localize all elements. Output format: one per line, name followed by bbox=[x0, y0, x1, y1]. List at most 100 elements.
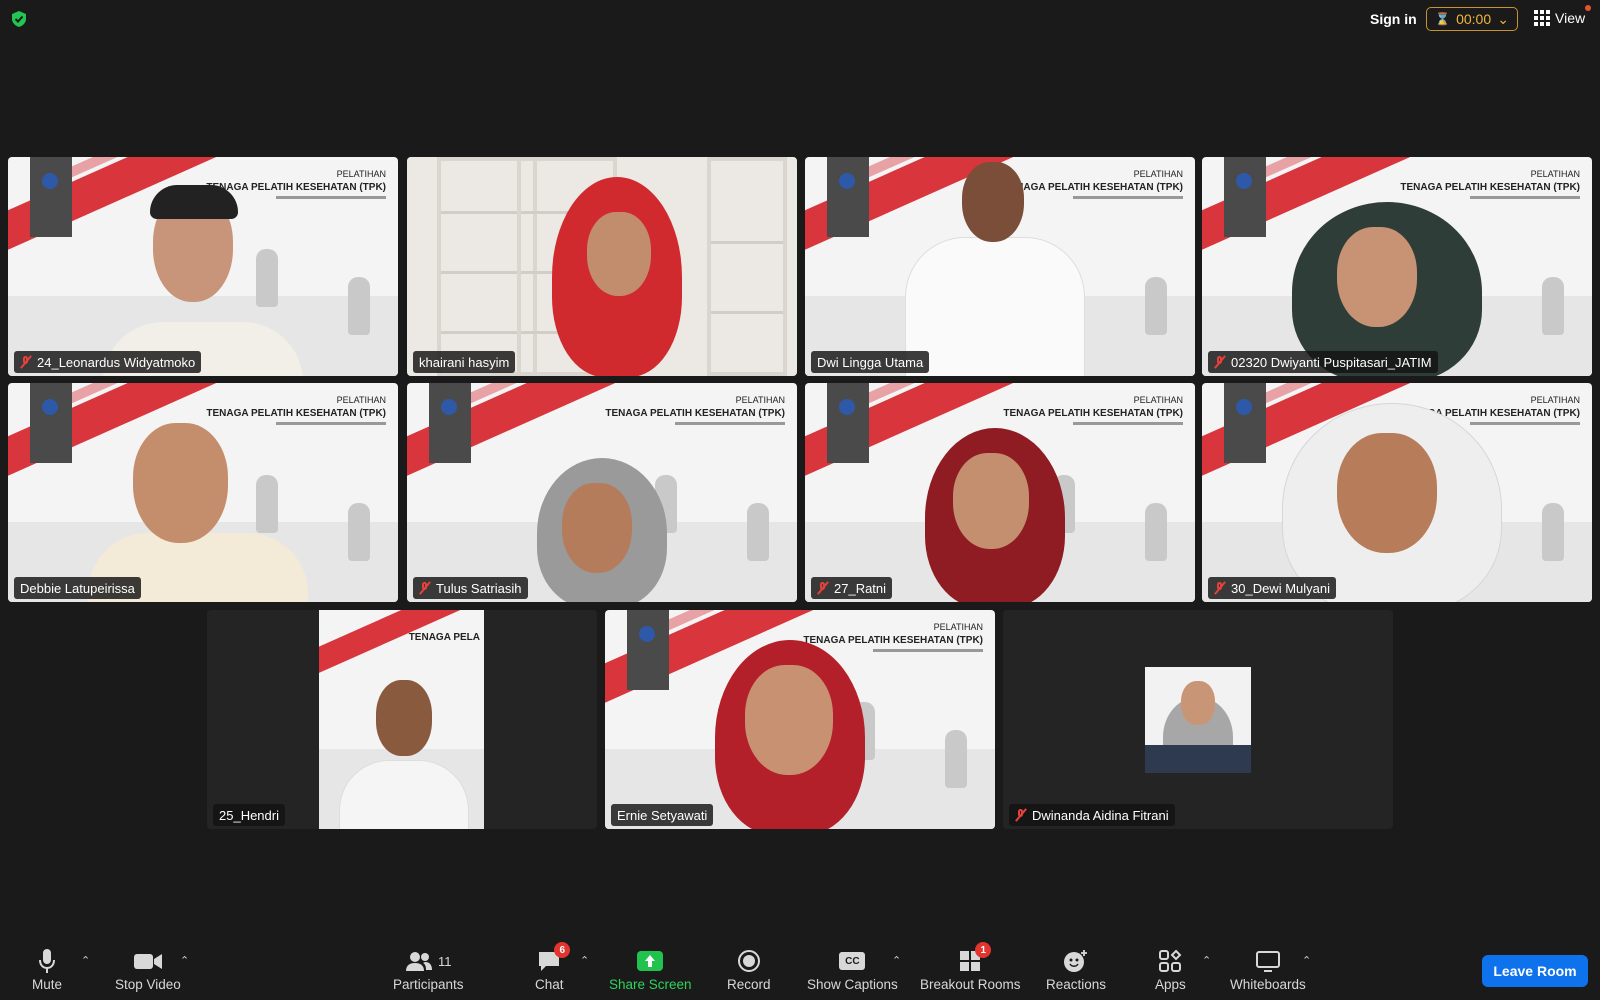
mute-options-caret-icon[interactable]: ⌃ bbox=[81, 954, 90, 967]
participants-count: 11 bbox=[438, 953, 452, 969]
whiteboard-icon bbox=[1255, 951, 1280, 972]
participant-name-label: Tulus Satriasih bbox=[413, 577, 528, 599]
participants-button[interactable]: 11 Participants bbox=[393, 948, 464, 992]
meeting-timer[interactable]: ⌛ 00:00 ⌄ bbox=[1426, 7, 1518, 31]
whiteboards-label: Whiteboards bbox=[1230, 977, 1306, 992]
breakout-rooms-badge: 1 bbox=[975, 942, 992, 958]
participant-name: Dwinanda Aidina Fitrani bbox=[1032, 807, 1169, 823]
slide-title: TENAGA PELATIH KESEHATAN (TPK) bbox=[605, 408, 785, 419]
video-tile[interactable]: PELATIHAN TENAGA PELATIH KESEHATAN (TPK)… bbox=[407, 383, 797, 602]
view-button[interactable]: View bbox=[1534, 5, 1592, 26]
share-screen-button[interactable]: Share Screen bbox=[609, 948, 692, 992]
slide-title-small: PELATIHAN bbox=[1530, 395, 1580, 405]
microphone-icon bbox=[39, 949, 55, 973]
closed-captions-icon: CC bbox=[839, 952, 866, 970]
whiteboards-options-caret-icon[interactable]: ⌃ bbox=[1302, 954, 1311, 967]
smiley-plus-icon bbox=[1064, 950, 1088, 972]
share-screen-label: Share Screen bbox=[609, 977, 692, 992]
participant-name: 02320 Dwiyanti Puspitasari_JATIM bbox=[1231, 354, 1432, 370]
chat-options-caret-icon[interactable]: ⌃ bbox=[580, 954, 589, 967]
slide-title-small: PELATIHAN bbox=[336, 169, 386, 179]
view-label: View bbox=[1555, 10, 1586, 26]
participant-video bbox=[1145, 667, 1251, 773]
participant-name-label: Ernie Setyawati bbox=[611, 804, 714, 826]
participant-name-label: Dwinanda Aidina Fitrani bbox=[1009, 804, 1175, 826]
stop-video-button[interactable]: Stop Video bbox=[115, 948, 181, 992]
muted-mic-icon bbox=[1015, 808, 1027, 822]
slide-title-small: PELATIHAN bbox=[1133, 169, 1183, 179]
meeting-toolbar: Mute ⌃ Stop Video ⌃ 11 Participants 6 Ch… bbox=[0, 940, 1600, 1000]
apps-label: Apps bbox=[1155, 977, 1186, 992]
participants-label: Participants bbox=[393, 977, 464, 992]
chat-button[interactable]: 6 Chat bbox=[535, 942, 571, 992]
slide-title-small: PELATIHAN bbox=[1530, 169, 1580, 179]
participant-name: Debbie Latupeirissa bbox=[20, 580, 135, 596]
apps-icon bbox=[1159, 949, 1182, 972]
show-captions-label: Show Captions bbox=[807, 977, 898, 992]
sign-in-link[interactable]: Sign in bbox=[1370, 11, 1417, 27]
participant-name: 27_Ratni bbox=[834, 580, 887, 596]
video-tile[interactable]: Dwinanda Aidina Fitrani bbox=[1003, 610, 1393, 829]
muted-mic-icon bbox=[1214, 581, 1226, 595]
share-screen-icon bbox=[637, 951, 664, 971]
record-icon bbox=[737, 950, 760, 972]
video-tile-active-speaker[interactable]: khairani hasyim bbox=[407, 157, 797, 376]
video-tile[interactable]: PELATIHAN TENAGA PELATIH KESEHATAN (TPK)… bbox=[1202, 383, 1592, 602]
video-tile[interactable]: PELATIHAN TENAGA PELATIH KESEHATAN (TPK)… bbox=[805, 383, 1195, 602]
stop-video-label: Stop Video bbox=[115, 977, 181, 992]
participant-name: khairani hasyim bbox=[419, 354, 510, 370]
chat-unread-badge: 6 bbox=[554, 942, 571, 958]
participant-name: Dwi Lingga Utama bbox=[817, 354, 924, 370]
muted-mic-icon bbox=[817, 581, 829, 595]
slide-title: TENAGA PELATIH KESEHATAN (TPK) bbox=[1400, 182, 1580, 193]
slide-title: TENAGA PELATIH KESEHATAN (TPK) bbox=[803, 635, 983, 646]
slide-title: TENAGA PELA bbox=[408, 632, 480, 643]
show-captions-button[interactable]: CC Show Captions bbox=[807, 948, 898, 992]
video-tile[interactable]: PELATIHAN TENAGA PELATIH KESEHATAN (TPK)… bbox=[8, 383, 398, 602]
video-tile[interactable]: PELATIHAN TENAGA PELATIH KESEHATAN (TPK)… bbox=[605, 610, 995, 829]
encryption-shield-icon[interactable] bbox=[10, 10, 28, 28]
record-button[interactable]: Record bbox=[727, 948, 771, 992]
slide-title: TENAGA PELATIH KESEHATAN (TPK) bbox=[1003, 182, 1183, 193]
participant-name: Ernie Setyawati bbox=[617, 807, 708, 823]
reactions-button[interactable]: Reactions bbox=[1046, 948, 1106, 992]
muted-mic-icon bbox=[419, 581, 431, 595]
participant-name: Tulus Satriasih bbox=[436, 580, 522, 596]
whiteboards-button[interactable]: Whiteboards bbox=[1230, 948, 1306, 992]
video-options-caret-icon[interactable]: ⌃ bbox=[180, 954, 189, 967]
muted-mic-icon bbox=[1214, 355, 1226, 369]
captions-options-caret-icon[interactable]: ⌃ bbox=[892, 954, 901, 967]
apps-button[interactable]: Apps bbox=[1155, 948, 1186, 992]
breakout-rooms-label: Breakout Rooms bbox=[920, 977, 1021, 992]
mute-button[interactable]: Mute bbox=[32, 948, 62, 992]
grid-icon bbox=[1534, 10, 1550, 26]
slide-title-small: PELATIHAN bbox=[1133, 395, 1183, 405]
slide-title: TENAGA PELATIH KESEHATAN (TPK) bbox=[1003, 408, 1183, 419]
slide-title-small: PELATIHAN bbox=[336, 395, 386, 405]
breakout-rooms-button[interactable]: 1 Breakout Rooms bbox=[920, 942, 1021, 992]
slide-title: TENAGA PELATIH KESEHATAN (TPK) bbox=[206, 408, 386, 419]
leave-room-button[interactable]: Leave Room bbox=[1482, 955, 1588, 987]
slide-title: TENAGA PELATIH KESEHATAN (TPK) bbox=[206, 182, 386, 193]
video-tile[interactable]: TENAGA PELA 25_Hendri bbox=[207, 610, 597, 829]
participant-name-label: Dwi Lingga Utama bbox=[811, 351, 930, 373]
participant-name: 30_Dewi Mulyani bbox=[1231, 580, 1330, 596]
participant-name-label: 27_Ratni bbox=[811, 577, 893, 599]
video-tile[interactable]: PELATIHAN TENAGA PELATIH KESEHATAN (TPK)… bbox=[1202, 157, 1592, 376]
participant-name-label: 24_Leonardus Widyatmoko bbox=[14, 351, 202, 373]
participants-icon bbox=[406, 952, 433, 971]
participant-name: 25_Hendri bbox=[219, 807, 279, 823]
video-tile[interactable]: PELATIHAN TENAGA PELATIH KESEHATAN (TPK)… bbox=[8, 157, 398, 376]
reactions-label: Reactions bbox=[1046, 977, 1107, 992]
notification-dot bbox=[1585, 5, 1592, 11]
chevron-down-icon: ⌄ bbox=[1497, 10, 1509, 27]
video-tile[interactable]: PELATIHAN TENAGA PELATIH KESEHATAN (TPK)… bbox=[805, 157, 1195, 376]
muted-mic-icon bbox=[20, 355, 32, 369]
timer-value: 00:00 bbox=[1456, 11, 1492, 27]
hourglass-icon: ⌛ bbox=[1435, 12, 1450, 26]
participant-name-label: 02320 Dwiyanti Puspitasari_JATIM bbox=[1208, 351, 1438, 373]
slide-title-small: PELATIHAN bbox=[933, 622, 983, 632]
apps-options-caret-icon[interactable]: ⌃ bbox=[1202, 954, 1211, 967]
chat-label: Chat bbox=[535, 977, 564, 992]
video-camera-icon bbox=[133, 954, 162, 969]
